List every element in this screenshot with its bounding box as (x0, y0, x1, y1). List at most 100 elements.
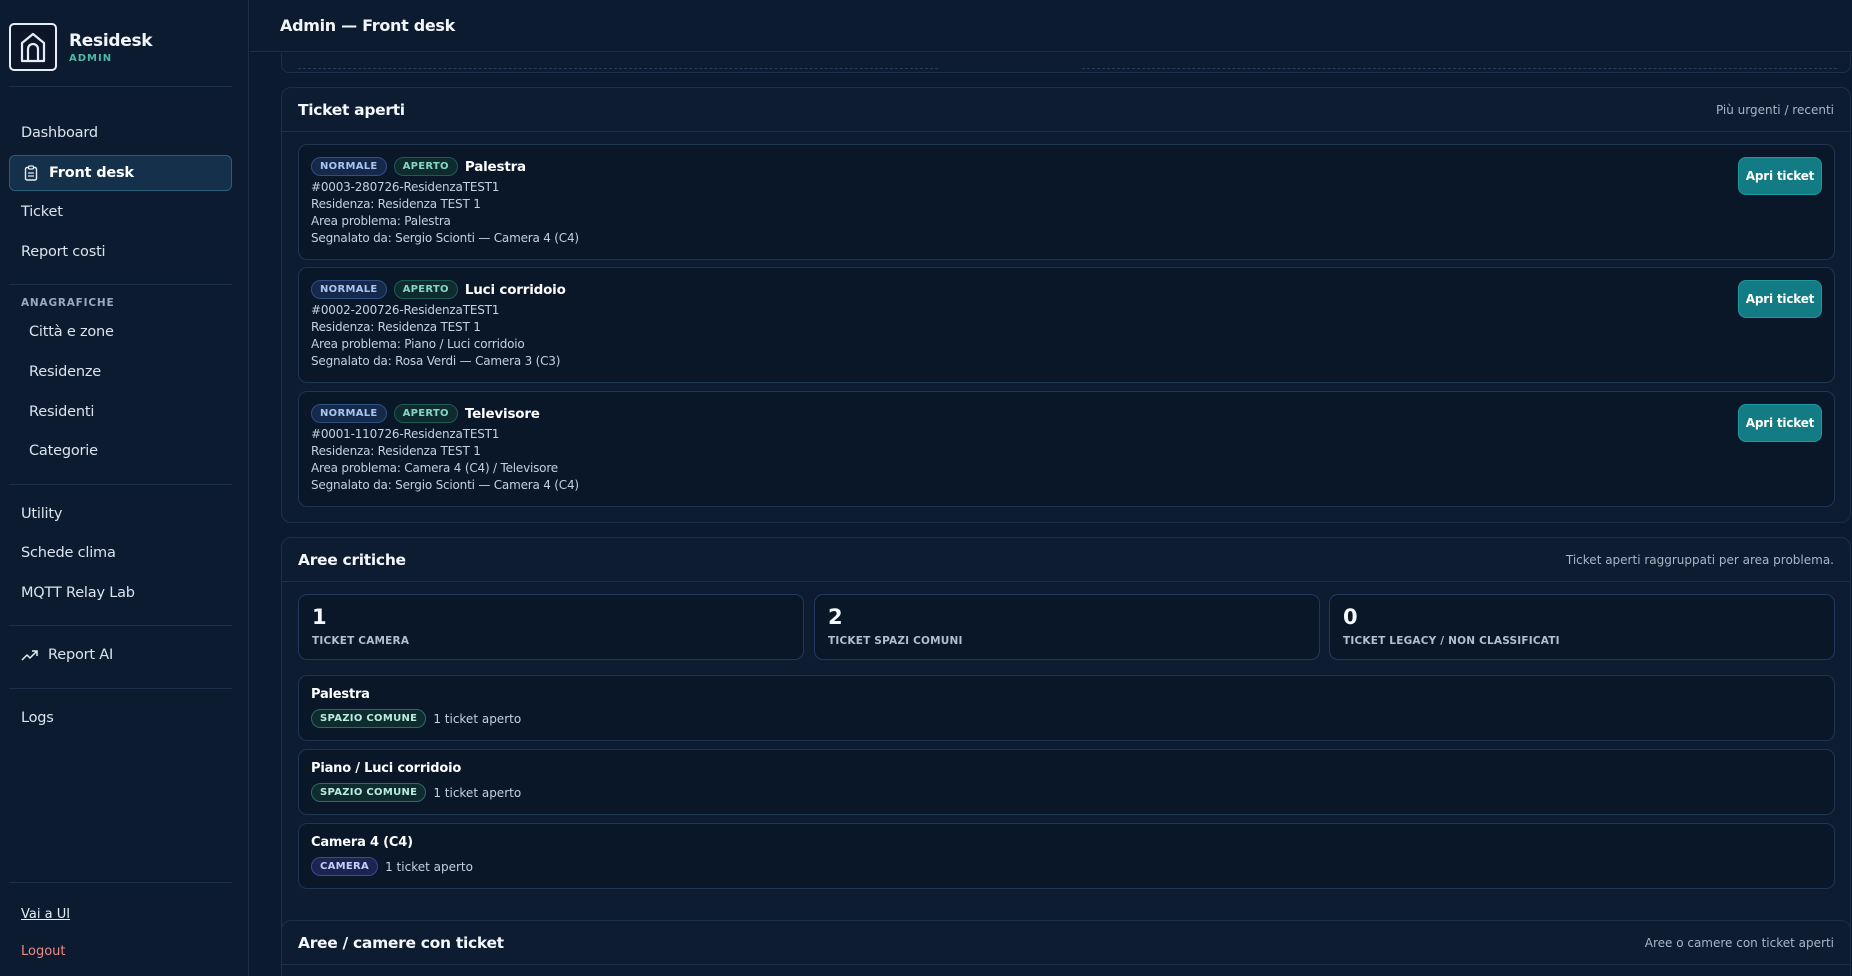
nav-schede-clima[interactable]: Schede clima (9, 535, 232, 571)
nav-categorie[interactable]: Categorie (9, 433, 232, 469)
nav-report-costi-label: Report costi (21, 244, 106, 260)
area-row[interactable]: Palestra SPAZIO COMUNE 1 ticket aperto (298, 675, 1835, 741)
nav-categorie-label: Categorie (29, 443, 98, 459)
nav-schede-clima-label: Schede clima (21, 545, 116, 561)
status-badge: APERTO (393, 404, 458, 423)
nav-citta-zone-label: Città e zone (29, 324, 114, 340)
ticket-card[interactable]: NORMALE APERTO Televisore #0001-110726-R… (298, 391, 1835, 507)
stat-value: 2 (828, 605, 843, 629)
divider (9, 882, 232, 883)
ticket-residenza: Residenza: Residenza TEST 1 (311, 197, 481, 211)
house-logo-icon (9, 23, 57, 71)
priority-badge: NORMALE (311, 280, 387, 299)
open-ticket-button[interactable]: Apri ticket (1738, 280, 1822, 318)
nav-residenti-label: Residenti (29, 404, 95, 420)
brand-role: ADMIN (69, 52, 113, 64)
nav-logs-label: Logs (21, 710, 54, 726)
clipboard-icon (22, 164, 40, 182)
nav-ticket-label: Ticket (21, 204, 63, 220)
rooms-with-tickets-panel: Aree / camere con ticket Aree o camere c… (281, 920, 1851, 976)
ticket-reporter: Segnalato da: Rosa Verdi — Camera 3 (C3) (311, 354, 561, 368)
ticket-title: Palestra (464, 158, 526, 175)
stat-label: TICKET SPAZI COMUNI (828, 635, 963, 647)
nav-ticket[interactable]: Ticket (9, 194, 232, 230)
brand[interactable]: Residesk ADMIN (9, 23, 153, 71)
area-name: Piano / Luci corridoio (311, 761, 462, 776)
stat-card-legacy: 0 TICKET LEGACY / NON CLASSIFICATI (1329, 594, 1835, 660)
area-ticket-count: 1 ticket aperto (433, 785, 522, 800)
ticket-card[interactable]: NORMALE APERTO Luci corridoio #0002-2007… (298, 267, 1835, 383)
ticket-reporter: Segnalato da: Sergio Scionti — Camera 4 … (311, 231, 579, 245)
nav-report-ai[interactable]: Report AI (9, 637, 232, 673)
ticket-residenza: Residenza: Residenza TEST 1 (311, 444, 481, 458)
nav-mqtt-relay-lab-label: MQTT Relay Lab (21, 585, 135, 601)
ticket-residenza: Residenza: Residenza TEST 1 (311, 320, 481, 334)
critical-areas-title: Aree critiche (298, 550, 406, 569)
stat-card-common-spaces: 2 TICKET SPAZI COMUNI (814, 594, 1320, 660)
nav-mqtt-relay-lab[interactable]: MQTT Relay Lab (9, 575, 232, 611)
rooms-with-tickets-title: Aree / camere con ticket (298, 933, 504, 952)
open-ticket-button[interactable]: Apri ticket (1738, 404, 1822, 442)
ticket-card[interactable]: NORMALE APERTO Palestra #0003-280726-Res… (298, 144, 1835, 260)
nav-logs[interactable]: Logs (9, 700, 232, 736)
area-row[interactable]: Camera 4 (C4) CAMERA 1 ticket aperto (298, 823, 1835, 889)
status-badge: APERTO (393, 280, 458, 299)
sidebar: Residesk ADMIN Dashboard Front desk Tick… (0, 0, 249, 976)
nav-residenti[interactable]: Residenti (9, 394, 232, 430)
nav-utility[interactable]: Utility (9, 496, 232, 532)
ticket-code: #0001-110726-ResidenzaTEST1 (311, 427, 500, 441)
area-type-badge: SPAZIO COMUNE (311, 709, 427, 728)
go-to-ui-link[interactable]: Vai a UI (21, 907, 70, 922)
dashed-divider (1082, 68, 1837, 69)
previous-panel-edge (281, 53, 1851, 73)
page-title: Admin — Front desk (280, 16, 455, 35)
trend-up-icon (21, 646, 39, 664)
ticket-area: Area problema: Piano / Luci corridoio (311, 337, 525, 351)
ticket-area: Area problema: Camera 4 (C4) / Televisor… (311, 461, 558, 475)
critical-areas-note: Ticket aperti raggruppati per area probl… (1565, 552, 1834, 567)
open-ticket-button[interactable]: Apri ticket (1738, 157, 1822, 195)
area-type-badge: SPAZIO COMUNE (311, 783, 427, 802)
ticket-reporter: Segnalato da: Sergio Scionti — Camera 4 … (311, 478, 579, 492)
stat-card-camera: 1 TICKET CAMERA (298, 594, 804, 660)
area-name: Camera 4 (C4) (311, 835, 413, 850)
dashed-divider (298, 68, 938, 69)
ticket-title: Luci corridoio (464, 281, 566, 298)
ticket-code: #0002-200726-ResidenzaTEST1 (311, 303, 500, 317)
area-ticket-count: 1 ticket aperto (433, 711, 522, 726)
nav-residenze[interactable]: Residenze (9, 354, 232, 390)
area-row[interactable]: Piano / Luci corridoio SPAZIO COMUNE 1 t… (298, 749, 1835, 815)
area-name: Palestra (311, 687, 370, 702)
nav-dashboard-label: Dashboard (21, 125, 98, 141)
stat-value: 1 (312, 605, 327, 629)
divider (9, 688, 232, 689)
status-badge: APERTO (393, 157, 458, 176)
brand-name: Residesk (69, 30, 153, 51)
divider (9, 86, 232, 87)
nav-dashboard[interactable]: Dashboard (9, 115, 232, 151)
stat-label: TICKET LEGACY / NON CLASSIFICATI (1343, 635, 1560, 647)
priority-badge: NORMALE (311, 404, 387, 423)
divider (9, 484, 232, 485)
priority-badge: NORMALE (311, 157, 387, 176)
open-tickets-panel: Ticket aperti Più urgenti / recenti NORM… (281, 87, 1851, 523)
ticket-title: Televisore (464, 405, 540, 422)
open-tickets-title: Ticket aperti (298, 100, 405, 119)
rooms-with-tickets-note: Aree o camere con ticket aperti (1644, 935, 1834, 950)
nav-citta-zone[interactable]: Città e zone (9, 314, 232, 350)
ticket-area: Area problema: Palestra (311, 214, 451, 228)
nav-report-costi[interactable]: Report costi (9, 234, 232, 270)
divider (9, 625, 232, 626)
ticket-code: #0003-280726-ResidenzaTEST1 (311, 180, 500, 194)
topbar: Admin — Front desk (250, 0, 1852, 52)
section-anagrafiche: ANAGRAFICHE (21, 297, 115, 309)
main-content: Ticket aperti Più urgenti / recenti NORM… (250, 53, 1852, 976)
critical-areas-panel: Aree critiche Ticket aperti raggruppati … (281, 537, 1851, 959)
nav-front-desk[interactable]: Front desk (9, 155, 232, 191)
nav-utility-label: Utility (21, 506, 63, 522)
open-tickets-note: Più urgenti / recenti (1715, 102, 1834, 117)
area-ticket-count: 1 ticket aperto (385, 859, 473, 874)
logout-link[interactable]: Logout (21, 944, 66, 959)
stat-label: TICKET CAMERA (312, 635, 410, 647)
stat-value: 0 (1343, 605, 1358, 629)
